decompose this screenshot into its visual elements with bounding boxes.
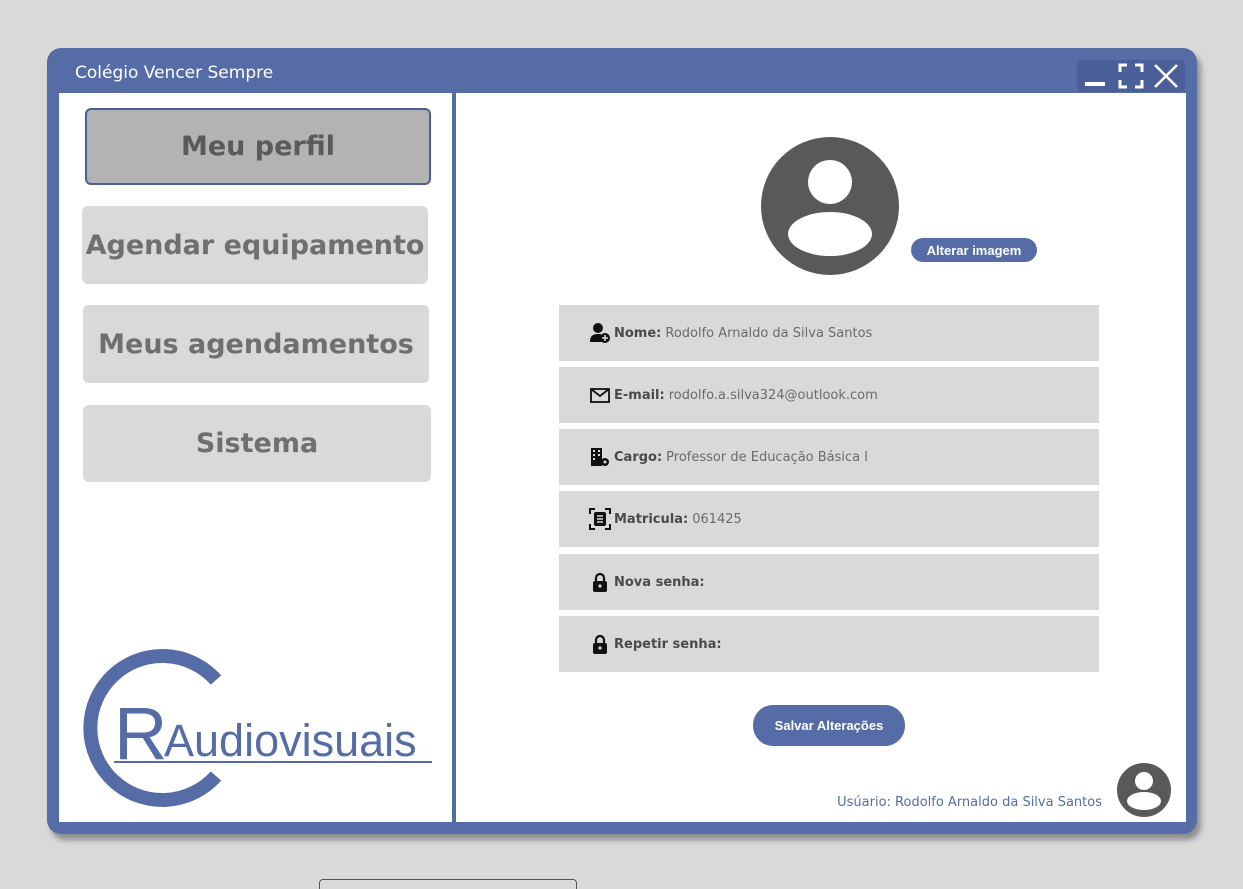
panel-divider — [452, 93, 456, 822]
window-title: Colégio Vencer Sempre — [75, 63, 274, 83]
field-cargo: Cargo: Professor de Educação Básica I — [559, 429, 1099, 485]
profile-avatar-icon — [761, 137, 899, 275]
alterar-imagem-button[interactable]: Alterar imagem — [911, 238, 1037, 262]
field-email: E-mail: rodolfo.a.silva324@outlook.com — [559, 367, 1099, 423]
repetir-senha-input[interactable] — [727, 623, 1099, 665]
nav-meus-agendamentos[interactable]: Meus agendamentos — [83, 305, 429, 383]
nav-meu-perfil[interactable]: Meu perfil — [85, 108, 431, 185]
building-gear-icon — [589, 446, 611, 468]
user-avatar-icon[interactable] — [1117, 763, 1171, 817]
window-controls — [1077, 60, 1185, 92]
nav-sistema[interactable]: Sistema — [83, 405, 431, 482]
field-repetir-senha: Repetir senha: — [559, 616, 1099, 672]
id-scan-icon — [589, 508, 611, 530]
minimize-icon[interactable] — [1082, 62, 1110, 90]
save-button[interactable]: Salvar Alterações — [753, 705, 905, 746]
user-add-icon — [589, 322, 611, 344]
app-window: Colégio Vencer Sempre Meu perfil Agendar… — [47, 48, 1197, 834]
field-nova-senha: Nova senha: — [559, 554, 1099, 610]
field-nome: Nome: Rodolfo Arnaldo da Silva Santos — [559, 305, 1099, 361]
offscreen-element-edge — [319, 879, 577, 889]
close-icon[interactable] — [1152, 62, 1180, 90]
envelope-icon — [589, 384, 611, 406]
lock-icon — [589, 633, 611, 655]
logo-text: Audiovisuais — [164, 715, 417, 766]
nova-senha-input[interactable] — [710, 561, 1099, 603]
window-content: Meu perfil Agendar equipamento Meus agen… — [59, 93, 1186, 822]
lock-icon — [589, 571, 611, 593]
cr-audiovisuais-logo: R Audiovisuais — [74, 646, 454, 811]
nav-agendar-equipamento[interactable]: Agendar equipamento — [82, 206, 428, 284]
maximize-icon[interactable] — [1117, 62, 1145, 90]
field-matricula: Matricula: 061425 — [559, 491, 1099, 547]
current-user-label: Usúario: Rodolfo Arnaldo da Silva Santos — [837, 795, 1102, 810]
